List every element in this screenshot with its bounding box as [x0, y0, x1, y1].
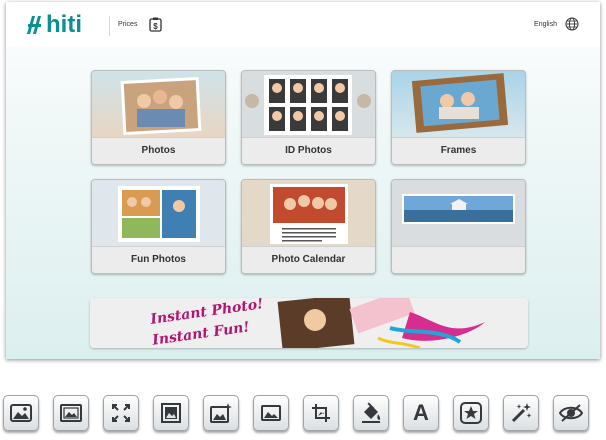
fullscreen-tool-button[interactable]: [103, 395, 139, 431]
image-frame-icon: [60, 404, 82, 422]
image-sparkle-tool-button[interactable]: [203, 395, 239, 431]
image-frame-tool-button[interactable]: [53, 395, 89, 431]
tile-label: Photo Calendar: [242, 246, 375, 273]
hiti-logo[interactable]: hiti: [27, 13, 82, 37]
image-border-icon: [161, 403, 181, 423]
id-photos-thumbnail: [242, 71, 375, 137]
tile-label: Frames: [392, 137, 525, 164]
text-icon: A: [413, 400, 429, 425]
tile-id-photos[interactable]: ID Photos: [241, 70, 376, 165]
tile-fun-photos[interactable]: Fun Photos: [91, 179, 226, 274]
header-divider: [109, 16, 110, 36]
crop-tool-button[interactable]: [303, 395, 339, 431]
panorama-thumbnail: [392, 180, 525, 246]
crop-icon: [312, 404, 330, 422]
image-small-tool-button[interactable]: [253, 395, 289, 431]
globe-icon[interactable]: [565, 17, 579, 36]
fun-photos-thumbnail: [92, 180, 225, 246]
language-selector[interactable]: English: [534, 21, 557, 28]
photo-calendar-thumbnail: [242, 180, 375, 246]
tile-photos[interactable]: Photos: [91, 70, 226, 165]
photos-thumbnail: [92, 71, 225, 137]
fullscreen-icon: [112, 404, 130, 422]
image-icon: [10, 404, 32, 422]
tile-frames[interactable]: Frames: [391, 70, 526, 165]
svg-text:$: $: [153, 22, 158, 31]
tile-photo-calendar[interactable]: Photo Calendar: [241, 179, 376, 274]
sticker-tool-button[interactable]: [453, 395, 489, 431]
tile-label: [392, 246, 525, 273]
hiti-mark-icon: [27, 16, 41, 34]
prices-link[interactable]: Prices: [118, 21, 137, 28]
tile-label: Photos: [92, 137, 225, 164]
text-tool-button[interactable]: A: [403, 395, 439, 431]
image-tool-button[interactable]: [3, 395, 39, 431]
dollar-tag-icon[interactable]: $: [149, 17, 162, 37]
image-sparkle-icon: [210, 403, 232, 423]
top-bar: hiti Prices $ English: [6, 2, 600, 47]
tile-panorama[interactable]: [391, 179, 526, 274]
tile-label: Fun Photos: [92, 246, 225, 273]
paint-bucket-icon: [362, 402, 381, 423]
magic-wand-icon: [511, 403, 532, 423]
red-eye-icon: [559, 404, 583, 422]
instant-photo-banner[interactable]: Instant Photo! Instant Fun!: [90, 298, 528, 348]
magic-wand-tool-button[interactable]: [503, 395, 539, 431]
paint-bucket-tool-button[interactable]: [353, 395, 389, 431]
tile-label: ID Photos: [242, 137, 375, 164]
image-small-icon: [261, 405, 281, 421]
logo-text: hiti: [46, 11, 82, 38]
app-window: hiti Prices $ English Photos ID Photos F…: [6, 2, 600, 359]
frames-thumbnail: [392, 71, 525, 137]
image-border-tool-button[interactable]: [153, 395, 189, 431]
star-sticker-icon: [460, 402, 482, 424]
red-eye-tool-button[interactable]: [553, 395, 589, 431]
